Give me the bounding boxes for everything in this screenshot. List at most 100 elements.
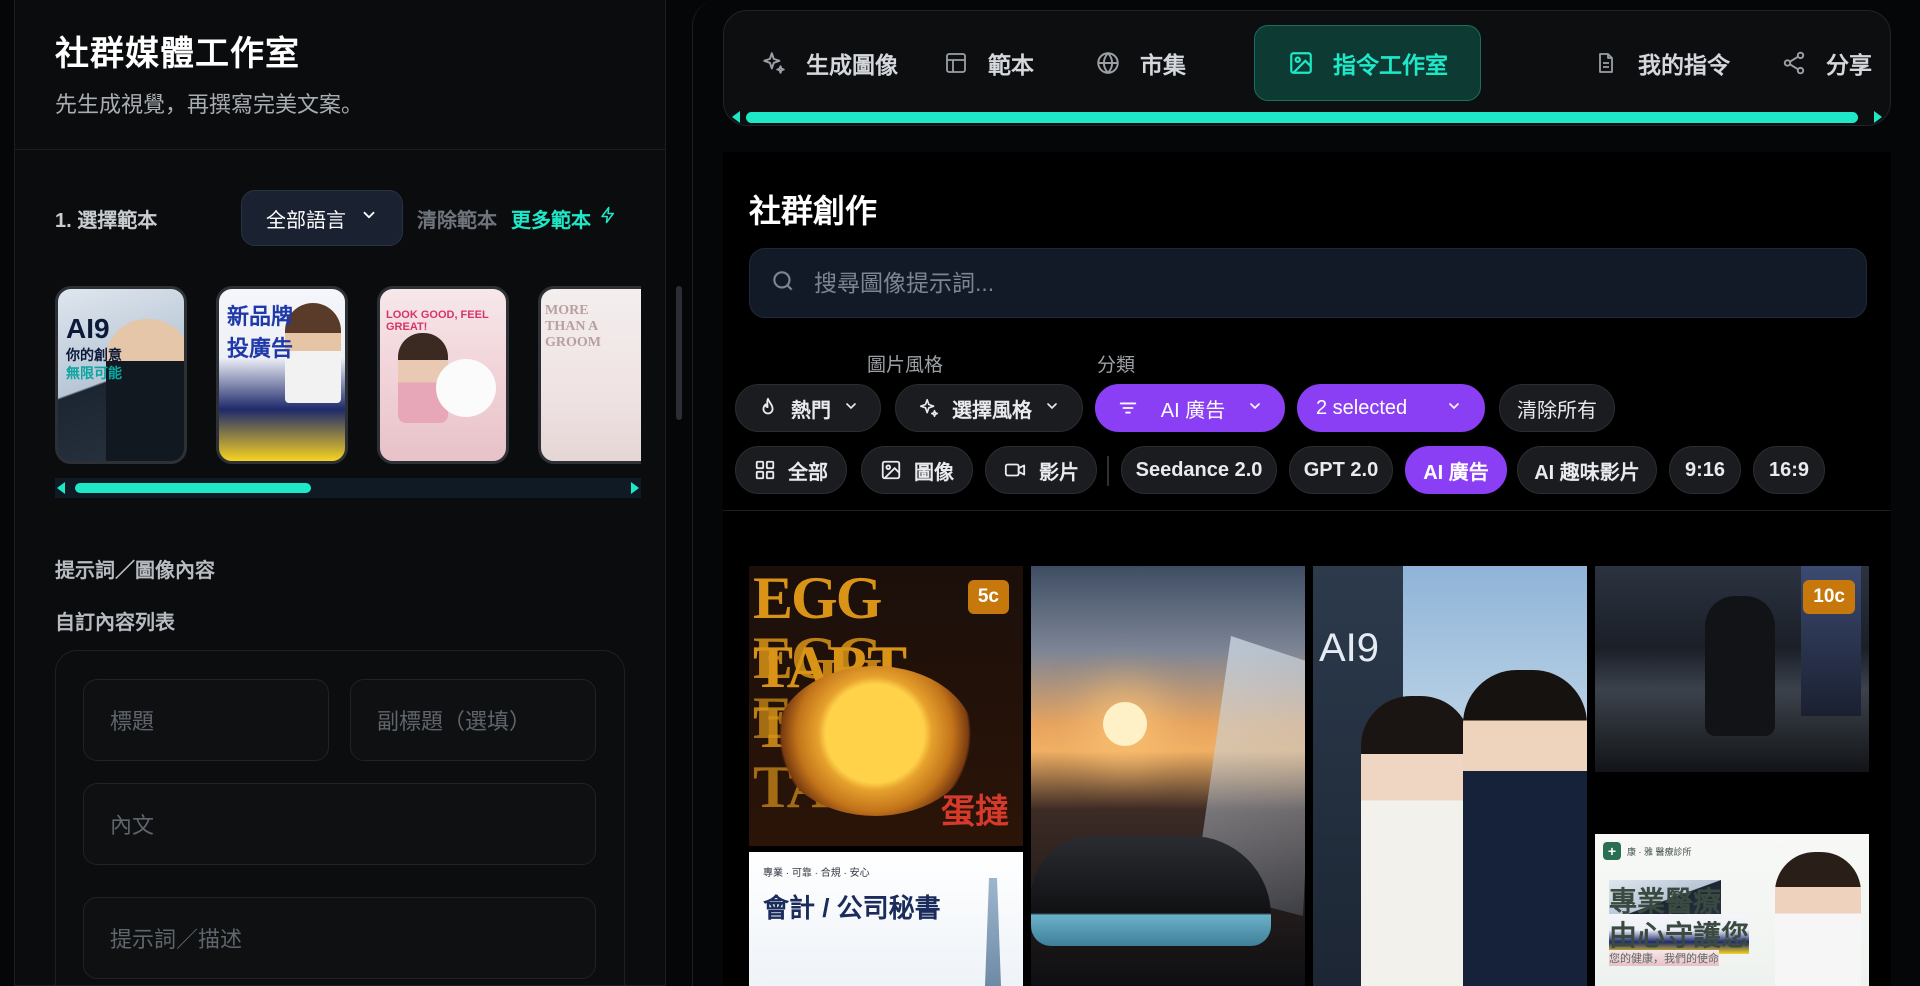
right-panel: 生成圖像 範本 市集 指令工作室 我的指令 分享 社群創作 搜尋圖像提示詞...… — [692, 0, 1920, 986]
clear-template-button[interactable]: 清除範本 — [417, 204, 497, 233]
hot-filter-dropdown[interactable]: 熱門 — [735, 384, 881, 432]
tower-image — [985, 878, 1001, 986]
style-filter-label: 選擇風格 — [952, 399, 1032, 422]
custom-list-label: 自訂內容列表 — [55, 612, 175, 634]
category-filter-dropdown[interactable]: AI 廣告 — [1095, 384, 1285, 432]
tab-prompt-studio[interactable]: 指令工作室 — [1254, 25, 1481, 101]
left-vertical-scrollbar[interactable] — [676, 286, 682, 420]
template-thumbnail[interactable]: MORE THAN A GROOM — [538, 286, 641, 464]
tab-generate-image[interactable]: 生成圖像 — [760, 25, 898, 101]
chevron-down-icon — [1247, 397, 1263, 420]
gallery-item-sneaker[interactable] — [1031, 566, 1305, 986]
scrollbar-thumb[interactable] — [75, 483, 311, 493]
filter-ai-fun-video[interactable]: AI 趣味影片 — [1517, 446, 1657, 494]
gallery-item-accounting[interactable]: 專業 · 可靠 · 合規 · 安心 會計 / 公司秘書 — [749, 852, 1023, 986]
page-subtitle: 先生成視覺，再撰寫完美文案。 — [55, 92, 364, 117]
thumbnail-text: 無限可能 — [66, 365, 122, 381]
filter-ai-ad[interactable]: AI 廣告 — [1405, 446, 1507, 494]
sneaker-image — [1031, 836, 1271, 946]
filter-icon — [1117, 397, 1139, 419]
tab-label: 指令工作室 — [1333, 52, 1448, 78]
thumbnail-text: 投廣告 — [227, 336, 294, 361]
filter-image[interactable]: 圖像 — [861, 446, 973, 494]
share-icon — [1780, 49, 1808, 77]
style-filter-dropdown[interactable]: 選擇風格 — [895, 384, 1083, 432]
scroll-right-arrow-icon[interactable] — [631, 482, 639, 494]
filter-image-label: 圖像 — [914, 461, 954, 484]
flame-icon — [757, 396, 779, 420]
language-value: 全部語言 — [266, 209, 346, 232]
filter-all-label: 全部 — [788, 461, 828, 484]
prompt-field[interactable]: 提示詞／描述 — [83, 897, 596, 979]
template-thumbnail[interactable]: AI9 你的創意 無限可能 — [55, 286, 187, 464]
template-thumbnail[interactable]: 新品牌 投廣告 — [216, 286, 348, 464]
category-caption: 分類 — [1097, 355, 1136, 376]
thumbnail-title: LOOK GOOD, FEEL GREAT! — [386, 309, 489, 333]
top-navigation: 生成圖像 範本 市集 指令工作室 我的指令 分享 — [723, 10, 1891, 126]
scrollbar-thumb[interactable] — [746, 112, 1858, 123]
filter-all[interactable]: 全部 — [735, 446, 847, 494]
selected-filter-dropdown[interactable]: 2 selected — [1297, 384, 1485, 432]
subtitle-field[interactable]: 副標題（選填） — [350, 679, 596, 761]
medical-line2: 由心守護您 — [1609, 914, 1750, 954]
chevron-down-icon — [843, 397, 859, 420]
hot-filter-label: 熱門 — [791, 399, 831, 422]
medical-line3: 您的健康，我們的使命 — [1609, 950, 1719, 966]
clear-all-button[interactable]: 清除所有 — [1499, 384, 1615, 432]
prompt-section-label: 提示詞／圖像內容 — [55, 560, 215, 582]
chevron-down-icon — [360, 206, 378, 230]
scroll-right-arrow-icon[interactable] — [1874, 111, 1882, 123]
category-filter-label: AI 廣告 — [1160, 399, 1226, 422]
filter-ratio-16-9[interactable]: 16:9 — [1753, 446, 1825, 494]
title-field[interactable]: 標題 — [83, 679, 329, 761]
filter-ratio-9-16[interactable]: 9:16 — [1669, 446, 1741, 494]
body-field[interactable]: 內文 — [83, 783, 596, 865]
gallery-item-egg-tart[interactable]: EGG TART EGG TART EGG TART 蛋撻 5c — [749, 566, 1023, 846]
template-thumbnail[interactable]: LOOK GOOD, FEEL GREAT! — [377, 286, 509, 464]
thumbnail-title: 新品牌 — [227, 304, 294, 329]
filter-divider-line — [723, 510, 1891, 511]
nav-scrollbar[interactable] — [732, 111, 1882, 123]
medical-header-text: 康 · 雅 醫療診所 — [1627, 846, 1692, 857]
language-dropdown[interactable]: 全部語言 — [241, 190, 403, 246]
person-image — [285, 303, 341, 403]
thumbnail-title: AI9 — [66, 313, 110, 344]
tab-my-prompts[interactable]: 我的指令 — [1592, 25, 1730, 101]
tab-share[interactable]: 分享 — [1780, 25, 1872, 101]
filter-video[interactable]: 影片 — [985, 446, 1097, 494]
globe-icon — [1094, 49, 1122, 77]
document-icon — [1592, 49, 1620, 77]
filter-divider — [1107, 456, 1109, 486]
sparkle-icon — [918, 397, 940, 419]
sparkle-icon — [760, 49, 788, 77]
plus-icon: + — [1603, 842, 1621, 860]
runner-image — [1705, 596, 1775, 736]
tab-templates[interactable]: 範本 — [942, 25, 1034, 101]
selected-count-label: 2 selected — [1316, 396, 1408, 419]
thumbnail-text: 你的創意 — [66, 347, 122, 363]
search-input[interactable] — [814, 269, 1814, 297]
image-icon — [1287, 49, 1315, 77]
tab-label: 範本 — [988, 52, 1034, 78]
gallery-item-medical[interactable]: + 康 · 雅 醫療診所 專業醫療 由心守護您 您的健康，我們的使命 — [1595, 834, 1869, 986]
accounting-tagline: 專業 · 可靠 · 合規 · 安心 — [763, 868, 870, 879]
sun-image — [1103, 702, 1147, 746]
filter-video-label: 影片 — [1039, 461, 1079, 484]
tab-marketplace[interactable]: 市集 — [1094, 25, 1186, 101]
more-templates-label: 更多範本 — [511, 209, 591, 232]
gallery-item-runner[interactable]: 10c — [1595, 566, 1869, 772]
scroll-left-arrow-icon[interactable] — [732, 111, 740, 123]
carousel-scrollbar[interactable] — [55, 478, 641, 498]
section-title: 社群創作 — [749, 193, 878, 229]
filter-gpt[interactable]: GPT 2.0 — [1289, 446, 1393, 494]
credit-badge: 5c — [967, 580, 1009, 614]
image-icon — [880, 459, 902, 481]
filter-seedance[interactable]: Seedance 2.0 — [1121, 446, 1277, 494]
scroll-left-arrow-icon[interactable] — [57, 482, 65, 494]
template-carousel: AI9 你的創意 無限可能 新品牌 投廣告 LOOK GOOD, FEEL GR… — [55, 286, 641, 466]
tab-label: 分享 — [1826, 52, 1872, 78]
gallery-item-couple[interactable]: AI9 — [1313, 566, 1587, 986]
more-templates-button[interactable]: 更多範本 — [511, 204, 617, 233]
doctor-image — [1775, 852, 1861, 986]
search-bar[interactable] — [749, 248, 1867, 318]
